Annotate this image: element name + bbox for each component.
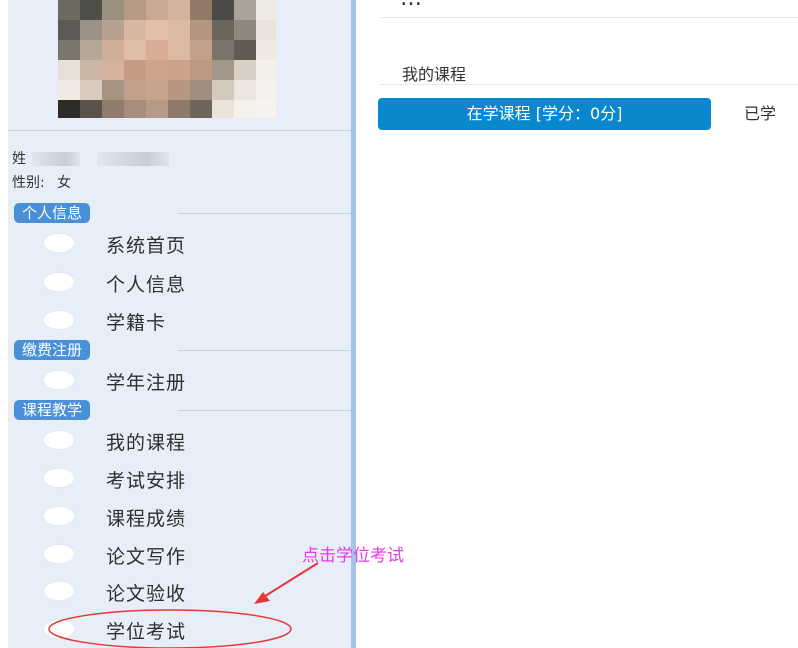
breadcrumb: 我的课程 [402,65,467,84]
tab-completed-courses[interactable]: 已学 [744,98,776,130]
tab-current-courses[interactable]: 在学课程 [学分：0分] [378,98,711,130]
profile-gender-row: 性别: 女 [12,172,71,192]
bullet-icon [44,371,74,389]
divider [178,213,351,214]
nav-item-label: 课程成绩 [106,508,187,530]
nav-item-label: 我的课程 [106,432,187,454]
bullet-icon [44,431,74,449]
section-course-teaching[interactable]: 课程教学 [14,400,91,420]
section-personal-info[interactable]: 个人信息 [14,203,91,223]
nav-item-label: 个人信息 [106,274,187,296]
nav-item-degree-exam[interactable]: 学位考试 [8,611,351,647]
nav-item-label: 学年注册 [106,372,187,394]
divider [380,17,798,18]
bullet-icon [44,273,74,291]
profile-name-row: 姓 [12,148,169,168]
nav-item-exam-schedule[interactable]: 考试安排 [8,460,351,496]
name-redacted-2 [96,152,169,166]
bullet-icon [44,469,74,487]
nav-item-my-courses[interactable]: 我的课程 [8,422,351,458]
divider [8,130,351,131]
bullet-icon [44,582,74,600]
nav-item-label: 系统首页 [106,235,187,257]
divider [380,84,798,85]
nav-item-personal-info[interactable]: 个人信息 [8,264,351,300]
bullet-icon [44,507,74,525]
bullet-icon [44,234,74,252]
avatar-pixelated-photo [58,0,276,118]
nav-item-course-grades[interactable]: 课程成绩 [8,498,351,534]
annotation-text: 点击学位考试 [302,546,404,566]
section-payment-registration[interactable]: 缴费注册 [14,340,91,360]
nav-item-annual-registration[interactable]: 学年注册 [8,362,351,398]
nav-item-home[interactable]: 系统首页 [8,225,351,261]
avatar [58,0,284,118]
bullet-icon [44,620,74,638]
bullet-icon [44,545,74,563]
nav-item-label: 考试安排 [106,470,187,492]
nav-item-label: 论文写作 [106,546,187,568]
nav-item-student-card[interactable]: 学籍卡 [8,302,351,338]
page-title: … [400,0,422,11]
nav-item-thesis-acceptance[interactable]: 论文验收 [8,573,351,609]
nav-item-label: 学籍卡 [106,312,167,334]
divider [178,410,351,411]
divider [178,350,351,351]
gender-value: 女 [57,175,72,191]
gender-label: 性别: [12,175,45,191]
nav-item-label: 论文验收 [106,583,187,605]
name-label: 姓 [12,151,26,167]
nav-item-label: 学位考试 [106,621,187,643]
name-redacted [32,152,81,166]
nav-item-thesis-writing[interactable]: 论文写作 [8,536,351,572]
bullet-icon [44,311,74,329]
